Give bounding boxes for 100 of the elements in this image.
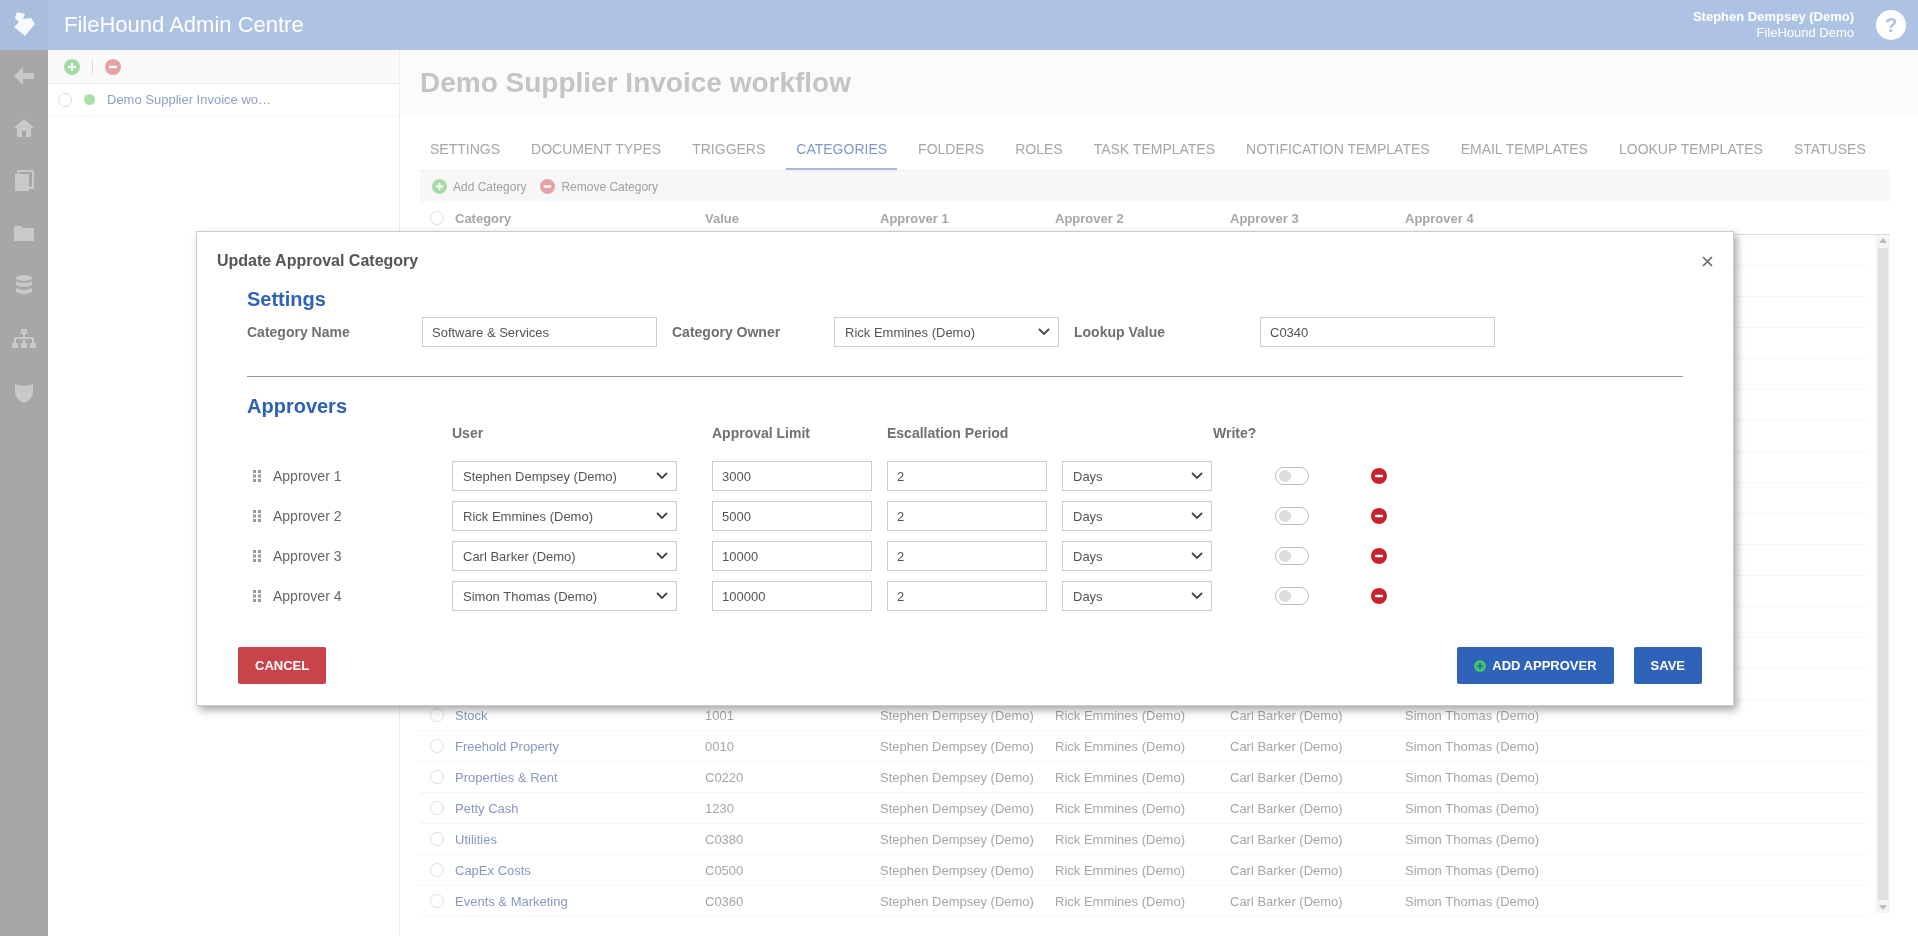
page-title: Demo Supplier Invoice workflow (420, 66, 851, 99)
row-radio[interactable] (430, 770, 444, 784)
category-link[interactable]: Petty Cash (455, 800, 705, 816)
close-icon[interactable] (1702, 255, 1713, 267)
tab[interactable]: FOLDERS (908, 131, 995, 170)
add-category-button[interactable]: Add Category (432, 179, 527, 194)
tab[interactable]: STATUSES (1783, 131, 1876, 170)
row-radio[interactable] (430, 894, 444, 908)
tab[interactable]: DOCUMENT TYPES (521, 131, 672, 170)
category-link[interactable]: CapEx Costs (455, 862, 705, 878)
owner-dropdown[interactable]: Rick Emmines (Demo) (834, 317, 1059, 347)
tab[interactable]: ROLES (1005, 131, 1073, 170)
tab[interactable]: EMAIL TEMPLATES (1450, 131, 1598, 170)
column-header: User (452, 425, 485, 441)
write-toggle[interactable] (1275, 507, 1309, 525)
column-header: Category (455, 210, 513, 226)
remove-category-button[interactable]: Remove Category (540, 179, 659, 194)
escalation-period-field[interactable]: 2 (887, 461, 1047, 491)
workflow-list-item[interactable]: Demo Supplier Invoice wo… (48, 84, 399, 116)
drag-handle-icon[interactable] (253, 470, 261, 482)
category-link[interactable]: Freehold Property (455, 738, 705, 754)
table-cell-text: Carl Barker (Demo) (1230, 769, 1344, 785)
remove-icon[interactable] (1371, 508, 1387, 524)
save-button[interactable]: SAVE (1633, 647, 1702, 684)
scroll-down-icon[interactable] (1879, 905, 1887, 910)
period-unit-dropdown[interactable]: Days (1062, 541, 1212, 571)
escalation-period-field[interactable]: 2 (887, 501, 1047, 531)
section-heading: Settings (247, 288, 327, 311)
input-field[interactable]: Software & Services (422, 317, 657, 347)
select-all-radio[interactable] (430, 211, 444, 225)
period-unit-dropdown[interactable]: Days (1062, 501, 1212, 531)
cancel-button[interactable]: CANCEL (238, 647, 327, 684)
category-link[interactable]: Stock (455, 707, 705, 723)
table-cell-text: Simon Thomas (Demo) (1405, 769, 1541, 785)
drag-handle-icon[interactable] (253, 550, 261, 562)
org-chart-icon[interactable] (12, 328, 36, 350)
tab[interactable]: SETTINGS (420, 131, 510, 170)
user-dropdown[interactable]: Stephen Dempsey (Demo) (452, 461, 677, 491)
caret-icon (656, 472, 668, 480)
column-header: Write? (1213, 425, 1258, 441)
period-unit-dropdown[interactable]: Days (1062, 461, 1212, 491)
add-approver-button[interactable]: ADD APPROVER (1457, 647, 1614, 684)
table-cell-text: C0220 (705, 769, 745, 785)
tab[interactable]: NOTIFICATION TEMPLATES (1236, 131, 1440, 170)
database-icon[interactable] (15, 274, 33, 296)
folder-icon[interactable] (13, 224, 35, 242)
write-toggle[interactable] (1275, 467, 1309, 485)
approval-limit-field[interactable]: 100000 (712, 581, 872, 611)
user-dropdown[interactable]: Carl Barker (Demo) (452, 541, 677, 571)
write-toggle[interactable] (1275, 587, 1309, 605)
user-dropdown[interactable]: Simon Thomas (Demo) (452, 581, 677, 611)
tab[interactable]: TASK TEMPLATES (1083, 131, 1226, 170)
period-unit-dropdown[interactable]: Days (1062, 581, 1212, 611)
table-cell-text: C0380 (705, 831, 745, 847)
column-header: Approver 3 (1230, 210, 1300, 226)
drag-handle-icon[interactable] (253, 510, 261, 522)
scrollbar[interactable] (1876, 235, 1890, 913)
table-cell-text: Carl Barker (Demo) (1230, 893, 1344, 909)
approval-limit-field[interactable]: 3000 (712, 461, 872, 491)
remove-icon[interactable] (1371, 548, 1387, 564)
column-header: Approver 4 (1405, 210, 1475, 226)
field-label: Lookup Value (1074, 324, 1166, 340)
remove-icon[interactable] (1371, 468, 1387, 484)
table-cell-text: Stephen Dempsey (Demo) (880, 862, 1035, 878)
table-cell-text: Rick Emmines (Demo) (1055, 831, 1186, 847)
row-radio[interactable] (430, 801, 444, 815)
table-cell-text: Rick Emmines (Demo) (1055, 707, 1186, 723)
shield-icon[interactable] (14, 382, 34, 404)
row-radio[interactable] (430, 708, 444, 722)
escalation-period-field[interactable]: 2 (887, 581, 1047, 611)
document-icon[interactable] (14, 170, 34, 192)
user-dropdown[interactable]: Rick Emmines (Demo) (452, 501, 677, 531)
table-cell-text: Rick Emmines (Demo) (1055, 862, 1186, 878)
row-radio[interactable] (430, 739, 444, 753)
add-icon (1474, 659, 1487, 672)
table-cell-text: 1001 (705, 707, 735, 723)
tab[interactable]: TRIGGERS (682, 131, 776, 170)
table-cell-text: Stephen Dempsey (Demo) (880, 893, 1035, 909)
scroll-up-icon[interactable] (1879, 238, 1887, 243)
remove-icon[interactable] (1371, 588, 1387, 604)
write-toggle[interactable] (1275, 547, 1309, 565)
table-cell-text: Carl Barker (Demo) (1230, 862, 1344, 878)
escalation-period-field[interactable]: 2 (887, 541, 1047, 571)
home-icon[interactable] (13, 118, 35, 138)
approver-label: Approver 2 (273, 508, 342, 524)
approval-limit-field[interactable]: 5000 (712, 501, 872, 531)
table-cell-text: Carl Barker (Demo) (1230, 831, 1344, 847)
input-field[interactable]: C0340 (1260, 317, 1495, 347)
row-radio[interactable] (430, 863, 444, 877)
table-cell-text: Stephen Dempsey (Demo) (880, 738, 1035, 754)
row-radio[interactable] (430, 832, 444, 846)
approval-limit-field[interactable]: 10000 (712, 541, 872, 571)
table-cell-text: Simon Thomas (Demo) (1405, 707, 1541, 723)
add-icon[interactable] (64, 58, 80, 75)
category-link[interactable]: Utilities (455, 831, 705, 847)
back-arrow-icon[interactable] (13, 66, 35, 86)
category-link[interactable]: Properties & Rent (455, 769, 705, 785)
category-link[interactable]: Events & Marketing (455, 893, 705, 909)
tab[interactable]: LOOKUP TEMPLATES (1608, 131, 1773, 170)
drag-handle-icon[interactable] (253, 590, 261, 602)
